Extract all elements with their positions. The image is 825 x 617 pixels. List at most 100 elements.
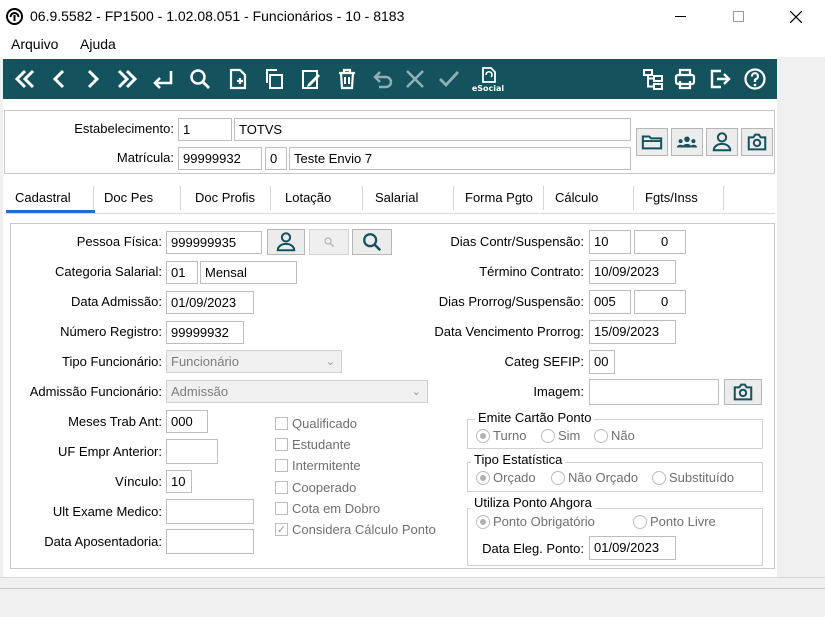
next-icon[interactable] [79,65,107,93]
radio-nao-orcado[interactable]: Não Orçado [551,470,638,485]
cota-em-dobro-checkbox[interactable]: Cota em Dobro [275,501,380,516]
numero-registro-field[interactable]: 99999932 [166,321,244,344]
estabelecimento-code-field[interactable]: 1 [178,118,232,141]
confirm-icon[interactable] [435,65,463,93]
radio-orcado-label: Orçado [493,470,536,485]
camera-button[interactable] [741,128,773,156]
minimize-icon [674,16,686,17]
window-title: 06.9.5582 - FP1500 - 1.02.08.051 - Funci… [30,8,405,24]
meses-trab-ant-label: Meses Trab Ant: [68,414,162,429]
vinculo-field[interactable]: 10 [166,470,192,493]
bottom-divider [0,588,825,589]
dias-prorrog-label: Dias Prorrog/Suspensão: [438,294,584,309]
dias-contr-field-2[interactable]: 0 [634,230,686,254]
imagem-field[interactable] [589,379,719,405]
uf-empr-anterior-field[interactable] [166,439,218,464]
tipo-funcionario-select[interactable]: Funcionário ⌄ [166,350,342,373]
first-icon[interactable] [11,65,39,93]
categoria-salarial-code-field[interactable]: 01 [166,261,198,284]
print-icon[interactable] [671,65,699,93]
new-icon[interactable] [224,65,252,93]
meses-trab-ant-field[interactable]: 000 [166,410,208,433]
group-button[interactable] [671,128,703,156]
search-icon[interactable] [186,65,214,93]
person-icon [712,132,732,152]
pessoa-fisica-field[interactable]: 999999935 [166,231,262,254]
esocial-icon[interactable]: eSocial [471,65,505,93]
tab-doc-profis[interactable]: Doc Profis [195,190,255,205]
close-button[interactable] [773,0,819,33]
data-venc-field[interactable]: 15/09/2023 [589,320,676,344]
menu-ajuda[interactable]: Ajuda [80,36,116,52]
last-icon[interactable] [113,65,141,93]
cooperado-checkbox[interactable]: Cooperado [275,480,356,495]
categ-sefip-field[interactable]: 00 [589,350,615,374]
camera-icon [733,383,753,401]
radio-sim[interactable]: Sim [541,428,580,443]
tree-icon[interactable] [639,65,667,93]
tab-salarial[interactable]: Salarial [375,190,418,205]
dias-prorrog-field-1[interactable]: 005 [589,290,631,314]
admissao-funcionario-select[interactable]: Admissão ⌄ [166,380,428,403]
help-icon[interactable] [741,65,769,93]
enter-icon[interactable] [149,65,177,93]
edit-icon[interactable] [297,65,325,93]
person-icon [276,232,296,252]
exit-icon[interactable] [706,65,734,93]
group-icon [676,136,698,148]
radio-orcado[interactable]: Orçado [476,470,536,485]
menu-arquivo[interactable]: Arquivo [11,36,58,52]
data-admissao-field[interactable]: 01/09/2023 [166,291,254,314]
matricula-digit-field[interactable]: 0 [265,147,287,170]
radio-turno[interactable]: Turno [476,428,526,443]
imagem-label: Imagem: [533,384,584,399]
toolbar: eSocial [3,59,777,99]
minimize-button[interactable] [657,0,703,33]
matricula-field[interactable]: 99999932 [178,147,262,170]
radio-ponto-livre[interactable]: Ponto Livre [633,514,716,529]
intermitente-label: Intermitente [292,458,361,473]
pessoa-fisica-label: Pessoa Física: [76,234,162,249]
dias-prorrog-field-2[interactable]: 0 [634,290,686,314]
person-button[interactable] [706,128,738,156]
data-aposentadoria-field[interactable] [166,529,254,554]
radio-dot [541,428,555,443]
imagem-camera-button[interactable] [724,379,762,405]
tipo-funcionario-label: Tipo Funcionário: [62,354,162,369]
categoria-salarial-desc-field[interactable]: Mensal [200,261,297,284]
radio-nao[interactable]: Não [594,428,635,443]
radio-substituido[interactable]: Substituído [652,470,734,485]
intermitente-checkbox[interactable]: Intermitente [275,458,361,473]
pessoa-fisica-zoom-button[interactable] [309,229,349,255]
tab-cadastral[interactable]: Cadastral [15,190,71,205]
data-admissao-label: Data Admissão: [70,294,162,309]
maximize-button[interactable] [715,0,761,33]
estudante-checkbox[interactable]: Estudante [275,437,351,452]
considera-calculo-ponto-checkbox[interactable]: ✓ Considera Cálculo Ponto [275,522,436,537]
tab-lotacao[interactable]: Lotação [285,190,331,205]
undo-icon[interactable] [369,65,397,93]
folder-button[interactable] [636,128,668,156]
matricula-name-field[interactable]: Teste Envio 7 [289,147,631,170]
tipo-estatistica-title: Tipo Estatística [471,452,566,467]
ult-exame-field[interactable] [166,499,254,524]
tab-separator [453,186,454,210]
copy-icon[interactable] [260,65,288,93]
data-eleg-ponto-field[interactable]: 01/09/2023 [589,536,676,560]
pessoa-fisica-person-button[interactable] [267,229,305,255]
prev-icon[interactable] [45,65,73,93]
delete-icon[interactable] [333,65,361,93]
radio-ponto-obrigatorio[interactable]: Ponto Obrigatório [476,514,595,529]
tab-fgts-inss[interactable]: Fgts/Inss [645,190,698,205]
tab-doc-pes[interactable]: Doc Pes [104,190,153,205]
tab-calculo[interactable]: Cálculo [555,190,598,205]
dias-contr-label: Dias Contr/Suspensão: [450,234,584,249]
cancel-icon[interactable] [401,65,429,93]
qualificado-checkbox[interactable]: Qualificado [275,416,357,431]
estabelecimento-name-field[interactable]: TOTVS [234,118,631,141]
dias-contr-field-1[interactable]: 10 [589,230,631,254]
tab-forma-pgto[interactable]: Forma Pgto [465,190,533,205]
esocial-label: eSocial [472,84,505,93]
termino-contrato-field[interactable]: 10/09/2023 [589,260,676,284]
pessoa-fisica-search-button[interactable] [352,229,392,255]
